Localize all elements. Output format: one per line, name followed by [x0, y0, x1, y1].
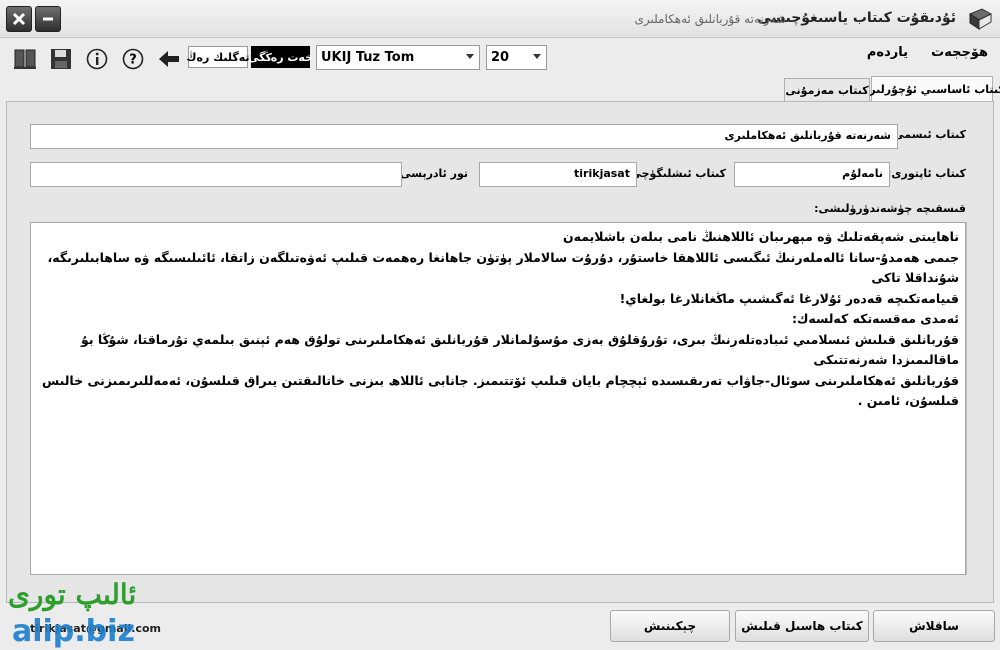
save-file-button[interactable]	[48, 46, 74, 72]
menu-file[interactable]: ھۆججەت	[931, 45, 988, 60]
summary-label: قىسقىچە چۈشەندۈرۈلىشى:	[814, 202, 966, 215]
open-book-icon	[14, 49, 36, 69]
book-author-label: كىتاب ئاپتورى:	[887, 167, 966, 180]
document-title: شەرنەتە قۇربانلىق ئەھكاملىرى	[634, 12, 786, 26]
info-icon	[86, 48, 108, 70]
summary-line: جىمى ھەمدۇ-سانا ئالەملەرنىڭ ئىگىسى ئاللا…	[47, 249, 960, 286]
arrow-left-icon	[159, 51, 179, 67]
tab-basic-info[interactable]: كىتاب ئاساسىي ئۇچۇرلىرى	[859, 76, 1000, 102]
summary-line: قۇربانلىق ئەھكاملىرىنى سوئال-جاۋاب تەرىق…	[41, 372, 959, 409]
minimize-icon	[43, 17, 53, 21]
font-color-button[interactable]: خەت رەڭگى	[248, 46, 313, 68]
book-name-label: كىتاب ئىسمى:	[888, 128, 966, 141]
font-size-value: 20	[491, 50, 510, 65]
summary-line: قىيامەتكىچە قەدەر ئۇلارغا ئەگىشىپ ماڭغان…	[619, 290, 959, 306]
help-icon: ?	[122, 48, 144, 70]
exit-button[interactable]: چېكىنىش	[610, 610, 730, 642]
chevron-down-icon	[466, 54, 474, 59]
info-button[interactable]	[84, 46, 110, 72]
floppy-disk-icon	[51, 49, 71, 69]
watermark-domain: alip.biz	[12, 614, 135, 649]
app-title: ئۇدىقۇت كىتاب ياسىغۇچىسى	[757, 10, 956, 26]
website-label: تور ئادرېسى:	[395, 167, 468, 180]
close-button[interactable]	[6, 6, 32, 32]
close-icon	[12, 12, 26, 26]
minimize-button[interactable]	[35, 6, 61, 32]
book-maker-input[interactable]: tirikjasat	[479, 162, 637, 187]
menu-help[interactable]: ياردەم	[867, 45, 908, 60]
website-input[interactable]	[30, 162, 402, 187]
help-button[interactable]: ?	[120, 46, 146, 72]
watermark-text: ئالىپ تورى	[8, 578, 137, 611]
summary-line: قۇربانلىق قىلىش ئىسلامىي ئىبادەتلەرنىڭ ب…	[81, 331, 959, 368]
font-family-value: UKIJ Tuz Tom	[321, 50, 415, 65]
chevron-down-icon	[533, 54, 541, 59]
summary-textarea[interactable]: ناھايىتى شەپقەتلىك ۋە مېھرىبان ئاللاھنىڭ…	[30, 222, 966, 575]
summary-line: ناھايىتى شەپقەتلىك ۋە مېھرىبان ئاللاھنىڭ…	[562, 229, 959, 244]
summary-line: ئەمدى مەقسەتكە كەلسەك:	[791, 311, 959, 326]
book-maker-label: كىتاب ئىشلىگۈچى:	[626, 167, 726, 180]
book-name-input[interactable]: شەرنەتە قۇربانلىق ئەھكاملىرى	[30, 124, 898, 149]
back-button[interactable]	[156, 46, 182, 72]
svg-text:?: ?	[129, 53, 137, 68]
textarea-scroll-edge	[966, 222, 967, 575]
app-book-icon	[966, 6, 994, 32]
tab-content[interactable]: كىتاب مەزمۇنى	[784, 78, 870, 102]
book-author-input[interactable]: نامەلۇم	[734, 162, 890, 187]
open-book-button[interactable]	[12, 46, 38, 72]
generate-book-button[interactable]: كىتاب ھاسىل قىلىش	[735, 610, 869, 642]
save-button[interactable]: ساقلاش	[873, 610, 995, 642]
font-family-select[interactable]: UKIJ Tuz Tom	[316, 45, 480, 70]
background-color-button[interactable]: تەگلىك رەڭ	[186, 46, 250, 68]
font-size-select[interactable]: 20	[486, 45, 547, 70]
